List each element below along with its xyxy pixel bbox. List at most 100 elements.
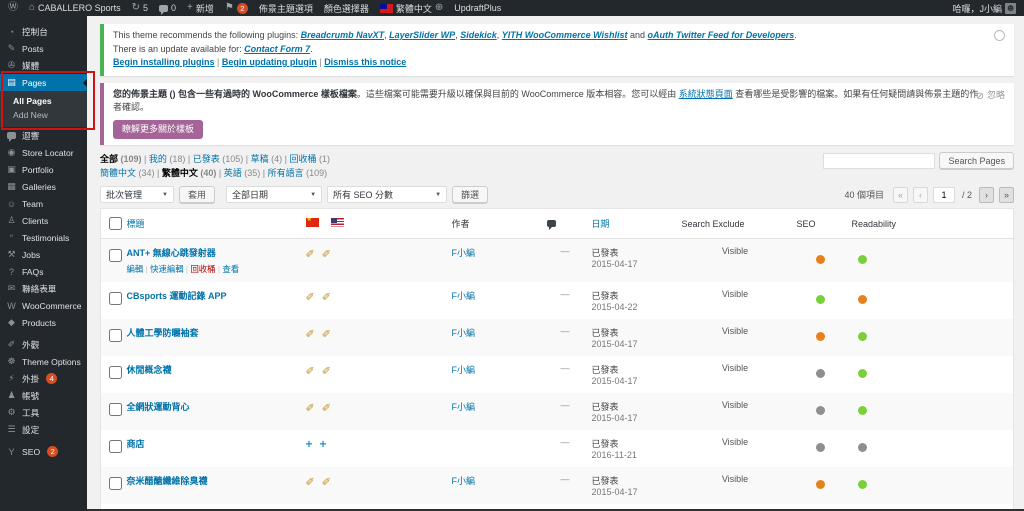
- row-checkbox[interactable]: [109, 292, 122, 305]
- color-picker-menu[interactable]: 顏色選擇器: [324, 2, 369, 15]
- row-checkbox[interactable]: [109, 249, 122, 262]
- row-checkbox[interactable]: [109, 440, 122, 453]
- woo-dismiss-link[interactable]: ⊘ 忽略: [976, 89, 1005, 104]
- plugin-link[interactable]: Sidekick: [460, 30, 497, 40]
- edit-translation-icon[interactable]: ✎: [322, 474, 331, 487]
- sidebar-item-theme-options[interactable]: ☸ Theme Options: [0, 353, 87, 370]
- language-filter-2[interactable]: 繁體中文 (40): [162, 168, 217, 178]
- plugin-link[interactable]: Breadcrumb NavXT: [301, 30, 385, 40]
- plugin-link[interactable]: oAuth Twitter Feed for Developers: [648, 30, 795, 40]
- edit-translation-icon[interactable]: ✎: [322, 400, 331, 413]
- row-action-link[interactable]: 回收桶: [190, 264, 215, 274]
- author-link[interactable]: F小編: [452, 476, 476, 486]
- row-checkbox[interactable]: [109, 366, 122, 379]
- author-link[interactable]: F小編: [452, 402, 476, 412]
- plugin-link[interactable]: LayerSlider WP: [389, 30, 455, 40]
- sidebar-item-jobs[interactable]: ⚒ Jobs: [0, 246, 87, 263]
- system-status-link[interactable]: 系統狀態頁面: [679, 89, 733, 99]
- comments-menu[interactable]: 0: [159, 3, 176, 15]
- learn-more-templates-button[interactable]: 瞭解更多關於樣板: [113, 119, 204, 139]
- bulk-actions-select[interactable]: 批次管理 ▼: [100, 186, 174, 203]
- next-page-button[interactable]: ›: [979, 186, 994, 203]
- sidebar-item-faqs[interactable]: ? FAQs: [0, 263, 87, 280]
- edit-translation-icon[interactable]: ✎: [306, 326, 315, 339]
- add-translation-icon[interactable]: +: [320, 437, 327, 451]
- author-link[interactable]: F小編: [452, 365, 476, 375]
- plugin-link[interactable]: YITH WooCommerce Wishlist: [502, 30, 628, 40]
- filter-button[interactable]: 篩選: [452, 186, 489, 203]
- row-checkbox[interactable]: [109, 477, 122, 490]
- new-content-menu[interactable]: + 新增: [187, 2, 214, 15]
- sidebar-item-contact[interactable]: ✉ 聯絡表單: [0, 280, 87, 297]
- site-name-menu[interactable]: ⌂ CABALLERO Sports: [29, 3, 121, 14]
- sidebar-item-woocommerce[interactable]: W WooCommerce: [0, 297, 87, 314]
- last-page-button[interactable]: »: [999, 186, 1014, 203]
- search-input[interactable]: [823, 152, 936, 169]
- page-title-link[interactable]: 全網狀運動背心: [127, 402, 190, 412]
- sidebar-item-appearance[interactable]: ✐ 外觀: [0, 336, 87, 353]
- select-all-checkbox[interactable]: [109, 217, 122, 230]
- updates-menu[interactable]: ↻ 5: [132, 3, 148, 14]
- search-pages-button[interactable]: Search Pages: [939, 152, 1014, 169]
- edit-translation-icon[interactable]: ✎: [306, 289, 315, 302]
- row-checkbox[interactable]: [109, 329, 122, 342]
- author-link[interactable]: F小編: [452, 328, 476, 338]
- sidebar-item-users[interactable]: ♟ 帳號: [0, 387, 87, 404]
- submenu-item-all-pages[interactable]: All Pages: [0, 94, 87, 108]
- row-action-link[interactable]: 快速編輯: [150, 264, 184, 274]
- status-filter-1[interactable]: 全部 (109): [100, 154, 142, 164]
- sidebar-item-galleries[interactable]: ▦ Galleries: [0, 178, 87, 195]
- sidebar-item-store-locator[interactable]: ◉ Store Locator: [0, 144, 87, 161]
- page-title-link[interactable]: ANT+ 無線心跳發射器: [127, 248, 216, 258]
- notice-action-link[interactable]: Dismiss this notice: [324, 57, 406, 67]
- sidebar-item-clients[interactable]: ♙ Clients: [0, 212, 87, 229]
- row-checkbox[interactable]: [109, 403, 122, 416]
- sidebar-item-pages[interactable]: ▤ Pages: [0, 74, 87, 91]
- row-action-link[interactable]: 查看: [222, 264, 239, 274]
- sidebar-item-portfolio[interactable]: ▣ Portfolio: [0, 161, 87, 178]
- language-switcher-menu[interactable]: 繁體中文 ⊕: [379, 2, 443, 15]
- author-link[interactable]: F小編: [452, 248, 476, 258]
- status-filter-4[interactable]: 草稿 (4): [251, 154, 283, 164]
- dismiss-notice-icon[interactable]: [994, 30, 1005, 41]
- notifications-menu[interactable]: ⚑ 2: [225, 2, 248, 14]
- my-account-menu[interactable]: 哈囉，J小編 ☻: [952, 2, 1016, 15]
- add-translation-icon[interactable]: +: [306, 437, 313, 451]
- sidebar-item-team[interactable]: ☺ Team: [0, 195, 87, 212]
- language-filter-4[interactable]: 所有語言 (109): [268, 168, 328, 178]
- edit-translation-icon[interactable]: ✎: [322, 289, 331, 302]
- column-header-date[interactable]: 日期: [587, 208, 678, 239]
- wp-logo-menu[interactable]: Ⓦ: [8, 3, 18, 13]
- sidebar-item-posts[interactable]: ✎ Posts: [0, 40, 87, 57]
- edit-translation-icon[interactable]: ✎: [322, 246, 331, 259]
- language-filter-3[interactable]: 英語 (35): [224, 168, 261, 178]
- edit-translation-icon[interactable]: ✎: [306, 474, 315, 487]
- status-filter-3[interactable]: 已發表 (105): [193, 154, 244, 164]
- sidebar-item-tools[interactable]: ⚙ 工具: [0, 404, 87, 421]
- edit-translation-icon[interactable]: ✎: [322, 326, 331, 339]
- sidebar-item-testimonials[interactable]: “ Testimonials: [0, 229, 87, 246]
- language-filter-1[interactable]: 簡體中文 (34): [100, 168, 155, 178]
- sidebar-item-media[interactable]: ✇ 媒體: [0, 57, 87, 74]
- current-page-input[interactable]: [932, 186, 955, 203]
- seo-score-filter-select[interactable]: 所有 SEO 分數 ▼: [327, 186, 448, 203]
- author-link[interactable]: F小編: [452, 291, 476, 301]
- update-plugin-link[interactable]: Contact Form 7: [244, 44, 310, 54]
- sidebar-item-dashboard[interactable]: ◔ 控制台: [0, 23, 87, 40]
- page-title-link[interactable]: CBsports 運動記錄 APP: [127, 291, 227, 301]
- notice-action-link[interactable]: Begin installing plugins: [113, 57, 215, 67]
- row-action-link[interactable]: 編輯: [127, 264, 144, 274]
- status-filter-2[interactable]: 我的 (18): [149, 154, 186, 164]
- sidebar-item-seo[interactable]: Y SEO 2: [0, 443, 87, 460]
- apply-button[interactable]: 套用: [179, 186, 216, 203]
- sidebar-item-plugins[interactable]: ⚡ 外掛 4: [0, 370, 87, 387]
- status-filter-5[interactable]: 回收桶 (1): [289, 154, 330, 164]
- page-title-link[interactable]: 商店: [127, 439, 145, 449]
- sidebar-item-settings[interactable]: ☰ 設定: [0, 421, 87, 438]
- edit-translation-icon[interactable]: ✎: [306, 363, 315, 376]
- submenu-item-add-new[interactable]: Add New: [0, 108, 87, 122]
- page-title-link[interactable]: 人體工學防曬袖套: [127, 328, 199, 338]
- page-title-link[interactable]: 奈米醋醣纖維除臭襪: [127, 476, 208, 486]
- sidebar-item-comments[interactable]: 迴響: [0, 127, 87, 144]
- column-header-title[interactable]: 標題: [122, 208, 298, 239]
